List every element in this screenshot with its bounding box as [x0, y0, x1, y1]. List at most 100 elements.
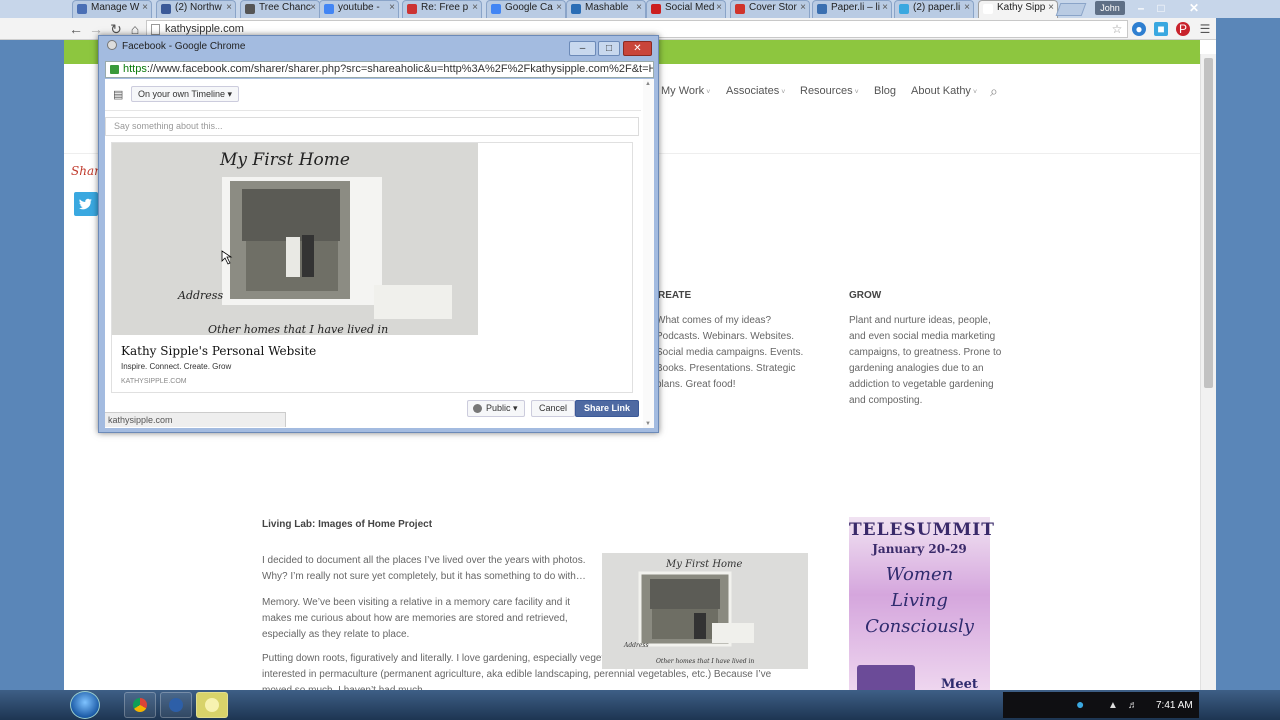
tab-close-icon[interactable]: × [556, 2, 562, 13]
paragraph-2: Memory. We’ve been visiting a relative i… [262, 597, 571, 640]
nav-item[interactable]: My Work ˅ [661, 85, 710, 97]
taskbar-clock[interactable]: 7:41 AM [1156, 700, 1193, 711]
search-icon[interactable]: ⌕ [990, 83, 998, 100]
browser-tab[interactable]: Google Ca × [486, 0, 566, 18]
taskbar-chrome[interactable] [124, 692, 156, 718]
link-domain: KATHYSIPPLE.COM [121, 378, 187, 385]
tab-close-icon[interactable]: × [226, 2, 232, 13]
browser-tab[interactable]: Re: Free p × [402, 0, 482, 18]
tab-favicon-icon [324, 4, 334, 14]
url-scheme: https [123, 63, 147, 75]
popup-window-title: Facebook - Google Chrome [122, 41, 246, 52]
lock-icon [110, 65, 119, 74]
tab-favicon-icon [983, 4, 993, 14]
tray-arrow-icon[interactable]: ▲ [1108, 700, 1118, 711]
extension2-icon[interactable]: ■ [1154, 22, 1168, 36]
tab-label: Cover Stor [749, 2, 797, 13]
preview-caption-top: My First Home [219, 150, 350, 170]
start-button[interactable] [70, 691, 100, 719]
share-link-button[interactable]: Share Link [575, 400, 640, 417]
nav-item[interactable]: About Kathy ˅ [911, 85, 977, 97]
browser-tab[interactable]: (2) Northw × [156, 0, 236, 18]
paragraph-1: I decided to document all the places I’v… [262, 555, 586, 582]
scroll-up-icon[interactable]: ▲ [645, 81, 651, 87]
link-description: Inspire. Connect. Create. Grow [121, 362, 232, 371]
telesummit-ad[interactable]: TELESUMMIT January 20-29 Women Living Co… [849, 517, 994, 690]
back-icon[interactable]: ← [68, 21, 84, 37]
share-message-input[interactable]: Say something about this... [105, 117, 639, 136]
popup-minimize-icon[interactable]: – [569, 41, 596, 56]
ad-line1: Women [885, 564, 954, 585]
tab-close-icon[interactable]: × [472, 2, 478, 13]
popup-close-icon[interactable]: ✕ [623, 41, 652, 56]
scroll-down-icon[interactable]: ▼ [645, 421, 651, 427]
snowflake-icon [169, 698, 183, 712]
tab-close-icon[interactable]: × [310, 2, 316, 13]
address-text: kathysipple.com [165, 23, 244, 35]
nav-item[interactable]: Blog [874, 85, 898, 97]
browser-tab[interactable]: (2) paper.li × [894, 0, 974, 18]
lightbulb-icon [205, 698, 219, 712]
create-text: What comes of my ideas? Podcasts. Webina… [656, 315, 804, 390]
tab-close-icon[interactable]: × [716, 2, 722, 13]
star-icon[interactable]: ☆ [1110, 22, 1124, 36]
photo-caption-top: My First Home [665, 559, 743, 570]
tab-label: Kathy Sipp [997, 2, 1046, 13]
volume-icon[interactable]: ♬ [1128, 700, 1138, 711]
browser-tab[interactable]: Cover Stor × [730, 0, 810, 18]
browser-tab[interactable]: Paper.li – li × [812, 0, 892, 18]
windows-taskbar: ● ▲ ♬ 7:41 AM [0, 690, 1280, 720]
tab-favicon-icon [571, 4, 581, 14]
page-scrollbar[interactable] [1200, 54, 1216, 690]
tab-close-icon[interactable]: × [964, 2, 970, 13]
ad-line2: Living [891, 590, 948, 611]
home-photo[interactable]: My First Home Address Other homes that I… [602, 553, 808, 669]
pinterest-icon[interactable]: P [1176, 22, 1190, 36]
maximize-icon[interactable]: □ [1148, 0, 1174, 17]
ad-dates: January 20-29 [872, 542, 967, 556]
tab-close-icon[interactable]: × [1048, 2, 1054, 13]
chevron-down-icon: ˅ [854, 89, 859, 96]
popup-maximize-icon[interactable]: □ [598, 41, 620, 56]
cancel-button[interactable]: Cancel [531, 400, 576, 417]
taskbar-app3[interactable] [196, 692, 228, 718]
tab-label: Tree Chanc [259, 2, 311, 13]
twitter-share-button[interactable] [74, 192, 98, 216]
tab-favicon-icon [735, 4, 745, 14]
tab-close-icon[interactable]: × [882, 2, 888, 13]
facebook-share-popup: Facebook - Google Chrome – □ ✕ https://w… [98, 35, 659, 433]
browser-tab[interactable]: youtube - × [319, 0, 399, 18]
tab-close-icon[interactable]: × [142, 2, 148, 13]
browser-tab[interactable]: Social Med × [646, 0, 726, 18]
tab-close-icon[interactable]: × [389, 2, 395, 13]
privacy-button[interactable]: Public ▾ [467, 400, 525, 417]
nav-item[interactable]: Resources ˅ [800, 85, 859, 97]
nav-item-label: About Kathy [911, 85, 971, 97]
new-tab-button[interactable] [1055, 3, 1087, 16]
nav-item[interactable]: Associates ˅ [726, 85, 785, 97]
browser-tab[interactable]: Manage W × [72, 0, 152, 18]
tab-close-icon[interactable]: × [800, 2, 806, 13]
taskbar-app2[interactable] [160, 692, 192, 718]
close-icon[interactable]: ✕ [1180, 0, 1208, 17]
tab-close-icon[interactable]: × [636, 2, 642, 13]
link-preview-image: My First Home Address Other homes that I… [112, 143, 478, 335]
tab-label: youtube - [338, 2, 380, 13]
link-preview[interactable]: My First Home Address Other homes that I… [111, 142, 633, 393]
tab-favicon-icon [899, 4, 909, 14]
popup-address-bar[interactable]: https://www.facebook.com/sharer/sharer.p… [105, 61, 654, 78]
dialog-divider [105, 110, 641, 111]
profile-badge[interactable]: John [1095, 1, 1125, 15]
tab-favicon-icon [77, 4, 87, 14]
extension-icon[interactable]: ● [1132, 22, 1146, 36]
tray-app-icon[interactable]: ● [1076, 696, 1084, 712]
page-icon [151, 24, 160, 35]
browser-tab[interactable]: Tree Chanc × [240, 0, 320, 18]
browser-tab[interactable]: Kathy Sipp × [978, 0, 1058, 18]
dialog-scrollbar[interactable]: ▲ ▼ [643, 79, 654, 428]
menu-icon[interactable]: ☰ [1198, 22, 1212, 36]
audience-selector[interactable]: On your own Timeline ▾ [131, 86, 240, 102]
scrollbar-thumb[interactable] [1204, 58, 1213, 388]
link-title[interactable]: Kathy Sipple's Personal Website [121, 344, 316, 358]
browser-tab[interactable]: Mashable × [566, 0, 646, 18]
